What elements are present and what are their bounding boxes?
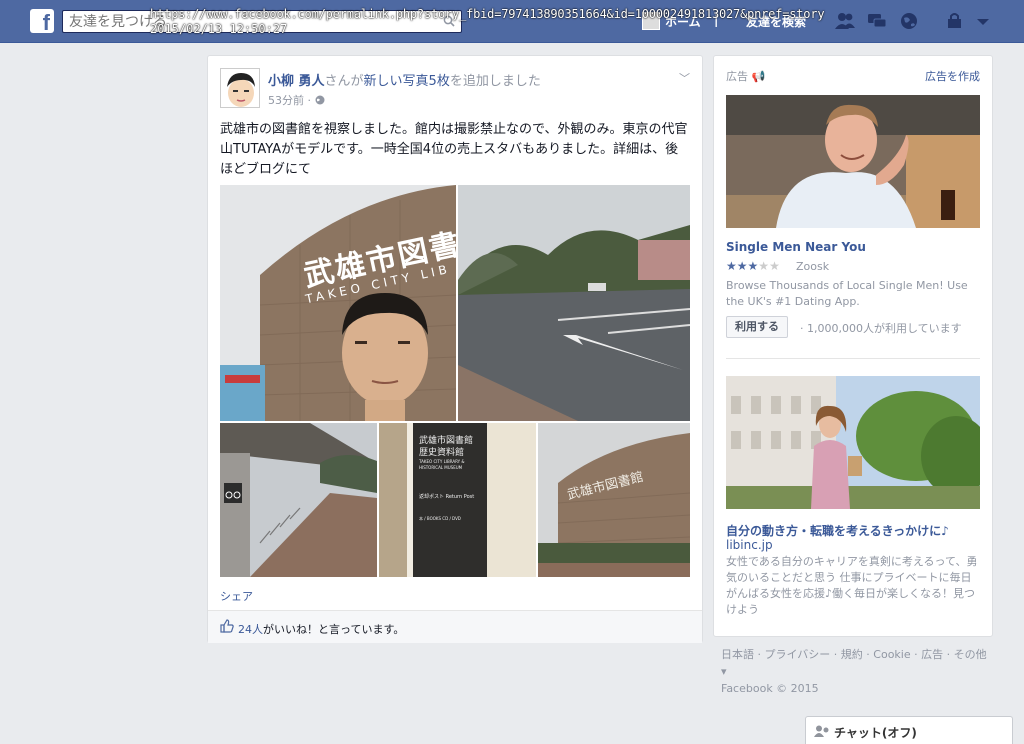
pillar-sign-line2: 歴史資料館 [419,448,465,458]
ad1-body: Browse Thousands of Local Single Men! Us… [726,279,968,308]
messages-icon[interactable] [866,11,888,31]
pillar-sign-line1: 武雄市図書館 [419,436,474,446]
curved-building-photo [538,423,690,577]
ad2-headline-link[interactable]: 自分の動き方・転職を考えるきっかけに♪ [726,522,949,539]
ad1-brand[interactable]: Zoosk [796,260,829,273]
post-photo-1[interactable]: 武雄市図書 TAKEO CITY LIB [220,185,456,421]
author-avatar[interactable] [220,68,260,108]
photo-post-card: 小柳 勇人さんが新しい写真5枚を追加しました 53分前 · ﹀ 武雄市の図書館を… [207,55,703,643]
pillar-return-post: 返却ポスト Return Post [419,494,475,500]
footer-separator: · [862,648,874,661]
share-link[interactable]: シェア [220,588,253,604]
ads-sidebar: 広告 📢 広告を作成 Single Men Near You ★★★★★ Zoo… [713,55,993,637]
post-photo-2[interactable] [458,185,690,421]
star-filled-icon: ★ [736,259,748,273]
chat-contacts-icon [814,725,829,737]
friend-requests-icon[interactable] [834,11,856,31]
ad2-woman-photo [726,376,980,509]
ad1-image[interactable] [726,95,980,228]
account-settings-chevron-icon[interactable] [972,11,994,31]
star-filled-icon: ★ [726,259,737,273]
footer-links: 日本語 · プライバシー · 規約 · Cookie · 広告 · その他▾ [721,646,991,680]
likes-text: がいいね！と言っています。 [263,623,405,636]
capture-url-overlay: https://www.facebook.com/permalink.php?s… [150,7,825,21]
chat-bar[interactable]: チャット(オフ) [805,716,1013,744]
author-avatar-illustration [221,69,259,107]
notifications-globe-icon[interactable] [898,11,920,31]
star-filled-icon: ★ [747,259,759,273]
top-navigation-bar: f ホーム | 友達を検索 https://www.facebook.com/p… [0,0,1024,43]
footer-link[interactable]: 広告 [921,648,943,661]
ads-heading: 広告 📢 [726,68,765,84]
post-photo-3[interactable] [220,423,377,577]
footer-separator: · [943,648,954,661]
capture-timestamp-overlay: 2015/02/13 12:50:27 [150,22,288,36]
privacy-shortcuts-icon[interactable] [944,11,966,31]
pillar-sign-text: 武雄市図書館 歴史資料館 TAKEO CITY LIBRARY & HISTOR… [419,435,481,525]
footer-link[interactable]: 規約 [841,648,863,661]
ad1-rating-stars: ★★★★★ [726,259,780,273]
create-ad-link[interactable]: 広告を作成 [925,68,980,84]
ad2-image[interactable] [726,376,980,509]
ad1-headline-link[interactable]: Single Men Near You [726,240,866,254]
post-photo-5[interactable]: 武雄市図書館 [538,423,690,577]
footer-separator: · [830,648,841,661]
post-time-text[interactable]: 53分前 [268,94,304,107]
megaphone-icon: 📢 [751,70,766,83]
post-header: 小柳 勇人さんが新しい写真5枚を追加しました [268,70,541,89]
post-options-chevron-icon[interactable]: ﹀ [679,70,690,86]
post-body-text: 武雄市の図書館を視察しました。館内は撮影禁止なので、外観のみ。東京の代官山TUT… [220,122,688,177]
facebook-logo[interactable]: f [30,9,54,33]
footer-separator: · [754,648,765,661]
selfie-library-photo [220,185,456,421]
copyright: Facebook © 2015 [721,682,819,695]
ads-title-text: 広告 [726,70,748,83]
footer-link[interactable]: 日本語 [721,648,754,661]
footer-separator: · [910,648,922,661]
chat-label: チャット(オフ) [834,726,917,740]
ads-divider [726,358,980,359]
public-globe-icon[interactable] [315,95,325,105]
ad1-use-button[interactable]: 利用する [726,316,788,338]
like-thumb-icon[interactable] [220,619,234,633]
bicycle-parking-photo [220,423,377,577]
footer-link[interactable]: プライバシー [765,648,831,661]
post-photo-4[interactable]: 武雄市図書館 歴史資料館 TAKEO CITY LIBRARY & HISTOR… [379,423,536,577]
ad2-domain-link[interactable]: libinc.jp [726,538,773,552]
footer-link[interactable]: Cookie [873,648,910,661]
ad1-man-photo [726,95,980,228]
likes-bar: 24人がいいね！と言っています。 [208,610,702,643]
post-timestamp[interactable]: 53分前 · [268,92,325,108]
likes-summary: 24人がいいね！と言っています。 [238,621,404,637]
pillar-sign-english: TAKEO CITY LIBRARY & HISTORICAL MUSEUM [419,459,465,470]
star-empty-icon: ★ [769,259,780,273]
action-text-pre: さんが [324,74,364,89]
ad2-body: 女性である自分のキャリアを真剣に考えるって、勇気のいることだと思う 仕事にプライ… [726,555,978,616]
parking-lot-photo [458,185,690,421]
author-name-link[interactable]: 小柳 勇人 [268,74,325,89]
new-photos-link[interactable]: 新しい写真5枚 [364,74,450,89]
star-empty-icon: ★ [758,259,770,273]
ad1-user-count: · 1,000,000人が利用しています [800,322,962,335]
action-text-post: を追加しました [449,74,541,89]
likes-count-link[interactable]: 24人 [238,623,263,636]
pillar-books-cd: 本 / BOOKS CD / DVD [419,516,461,521]
